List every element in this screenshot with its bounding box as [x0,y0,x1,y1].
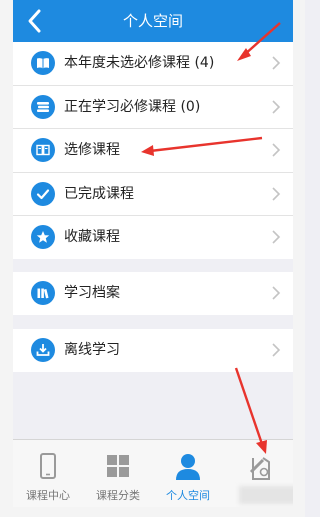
menu-item-label: 选修课程 [64,142,120,158]
tab-label: 个人空间 [166,489,210,502]
menu-item-label: 正在学习必修课程 (0) [64,98,201,115]
menu-item-label: 学习档案 [64,285,120,301]
menu-item-elective[interactable]: 选修课程 [13,129,293,173]
archive-icon [31,281,55,305]
menu-item-unselected-required[interactable]: 本年度未选必修课程 (4) [13,42,293,86]
books-stack-icon [31,94,55,119]
menu-item-label: 收藏课程 [64,229,120,245]
tab-label: 课程分类 [96,489,140,502]
chevron-right-icon [272,143,281,157]
page-title: 个人空间 [122,12,183,30]
screenshot-margin-bottom [0,507,305,517]
archive-menu-group: 学习档案 [13,272,293,315]
menu-item-label: 已完成课程 [64,185,134,202]
menu-item-studying-required[interactable]: 正在学习必修课程 (0) [13,86,293,129]
edit-icon [249,457,270,480]
tab-label: 课程中心 [26,489,70,502]
open-book-icon [31,138,55,162]
chevron-right-icon [272,99,281,114]
course-menu-group: 本年度未选必修课程 (4) 正在学习必修课程 (0) 选修课程 已完成课程 收藏… [13,42,293,259]
menu-item-offline-learning[interactable]: 离线学习 [13,329,293,372]
menu-item-completed[interactable]: 已完成课程 [13,173,293,216]
download-icon [31,338,55,362]
chevron-right-icon [272,56,281,70]
checkmark-icon [31,181,55,206]
watermark-blur [239,486,293,504]
chevron-right-icon [272,186,281,201]
tab-course-category[interactable]: 课程分类 [83,440,153,507]
menu-item-favorites[interactable]: 收藏课程 [13,216,293,259]
chevron-right-icon [272,286,281,300]
star-icon [31,225,55,249]
person-icon [176,454,200,480]
menu-item-label: 离线学习 [64,342,120,358]
phone-icon [40,453,56,479]
menu-item-label: 本年度未选必修课程 (4) [64,55,215,71]
navigation-bar: 个人空间 [13,0,293,42]
chevron-right-icon [272,343,281,357]
screenshot-margin-right [293,0,305,517]
grid-icon [107,455,129,477]
book-icon [31,51,55,75]
offline-menu-group: 离线学习 [13,329,293,372]
screenshot-margin-left [0,0,13,517]
chevron-right-icon [272,230,281,244]
phone-screen: 个人空间 本年度未选必修课程 (4) 正在学习必修课程 (0) 选修课程 已完成… [13,0,293,507]
menu-item-learning-archive[interactable]: 学习档案 [13,272,293,315]
tab-course-center[interactable]: 课程中心 [13,440,83,507]
tab-personal-space[interactable]: 个人空间 [153,440,223,507]
